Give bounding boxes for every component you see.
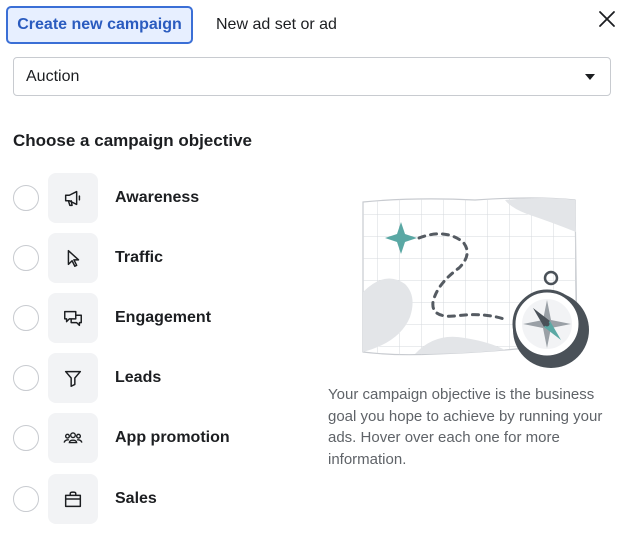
objective-description: Your campaign objective is the business …: [328, 386, 603, 468]
radio-button[interactable]: [13, 245, 39, 271]
objective-icon-box: [48, 413, 98, 463]
objective-icon-box: [48, 293, 98, 343]
radio-button[interactable]: [13, 486, 39, 512]
objective-label: App promotion: [115, 429, 230, 446]
chat-bubbles-icon: [64, 310, 82, 327]
caret-down-icon: [585, 74, 595, 80]
objective-app-promotion[interactable]: App promotion: [13, 413, 303, 463]
objective-icon-box: [48, 353, 98, 403]
objective-label: Sales: [115, 490, 157, 507]
radio-button[interactable]: [13, 365, 39, 391]
objective-label: Engagement: [115, 309, 212, 326]
objective-icon-box: [48, 173, 98, 223]
objective-label: Awareness: [115, 189, 200, 206]
buying-type-select[interactable]: Auction: [13, 57, 611, 96]
radio-button[interactable]: [13, 185, 39, 211]
radio-button[interactable]: [13, 305, 39, 331]
close-button[interactable]: [598, 10, 616, 28]
objective-label: Leads: [115, 369, 162, 386]
tab-create-new-campaign[interactable]: Create new campaign: [6, 6, 193, 44]
funnel-icon: [64, 370, 82, 387]
objective-icon-box: [48, 474, 98, 524]
objective-traffic[interactable]: Traffic: [13, 233, 303, 283]
objective-leads[interactable]: Leads: [13, 353, 303, 403]
shopping-bag-icon: [64, 491, 82, 508]
radio-button[interactable]: [13, 425, 39, 451]
map-compass-illustration: [355, 192, 595, 374]
objective-awareness[interactable]: Awareness: [13, 173, 303, 223]
section-heading: Choose a campaign objective: [13, 131, 253, 150]
people-icon: [63, 432, 83, 444]
tab-new-ad-set-or-ad[interactable]: New ad set or ad: [216, 6, 337, 44]
objective-engagement[interactable]: Engagement: [13, 293, 303, 343]
objective-icon-box: [48, 233, 98, 283]
buying-type-value: Auction: [26, 67, 80, 85]
cursor-icon: [67, 249, 80, 267]
megaphone-icon: [64, 190, 81, 207]
tab-bar: Create new campaign New ad set or ad: [6, 6, 624, 44]
close-icon: [599, 11, 615, 27]
objective-sales[interactable]: Sales: [13, 474, 303, 524]
objective-label: Traffic: [115, 249, 164, 266]
